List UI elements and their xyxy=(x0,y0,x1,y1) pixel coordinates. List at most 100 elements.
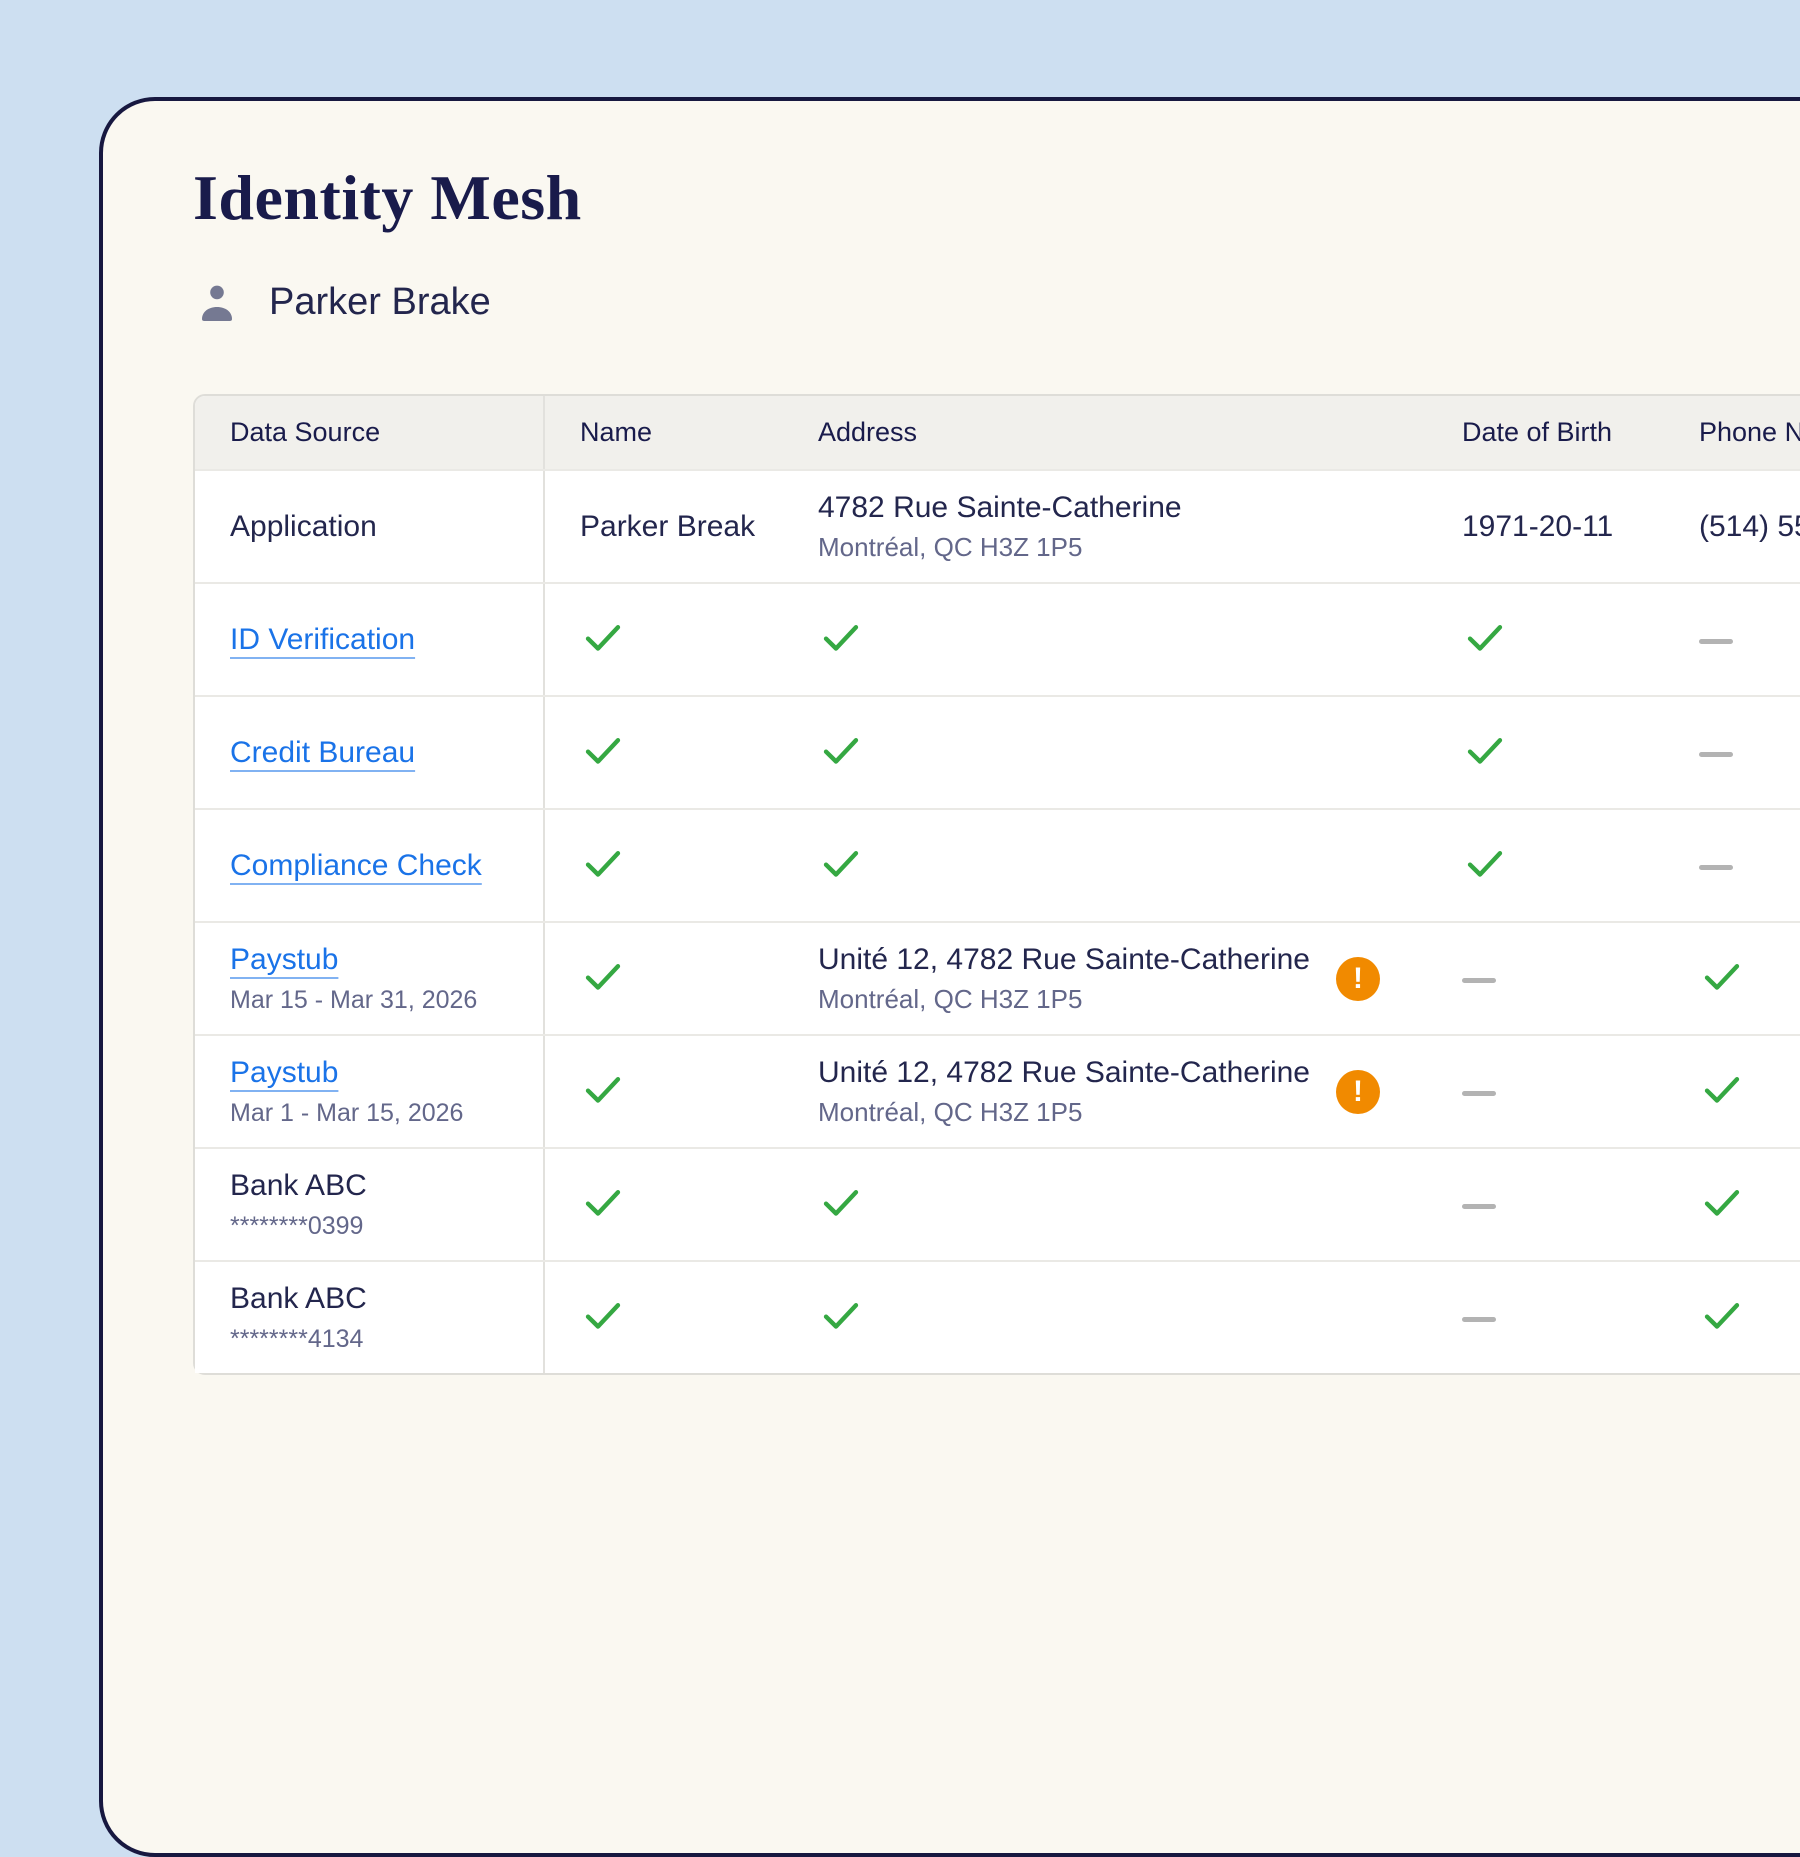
cell-name xyxy=(545,614,783,665)
cell-name: Parker Break xyxy=(545,510,783,544)
address-line2: Montréal, QC H3Z 1P5 xyxy=(818,984,1310,1015)
table-row: Paystub Mar 15 - Mar 31, 2026 Unité 12, 47… xyxy=(195,923,1800,1036)
person-icon xyxy=(193,278,241,326)
cell-dob xyxy=(1427,614,1664,665)
check-icon xyxy=(1462,840,1508,886)
check-icon xyxy=(818,840,864,886)
cell-phone xyxy=(1664,744,1800,762)
cell-value: Parker Break xyxy=(580,510,755,543)
table-body: Application Parker Break 4782 Rue Sainte-C… xyxy=(195,471,1800,1373)
cell-address xyxy=(783,1292,1427,1343)
address-line1: Unité 12, 4782 Rue Sainte-Catherine xyxy=(818,943,1310,977)
check-icon xyxy=(818,1179,864,1225)
address-line1: Unité 12, 4782 Rue Sainte-Catherine xyxy=(818,1056,1310,1090)
cell-dob xyxy=(1427,1196,1664,1214)
cell-address xyxy=(783,1179,1427,1230)
cell-dob xyxy=(1427,970,1664,988)
page-title: Identity Mesh xyxy=(193,159,1800,236)
check-icon xyxy=(1699,1066,1745,1112)
cell-phone xyxy=(1664,953,1800,1004)
cell-name xyxy=(545,1066,783,1117)
cell-data-source: ID Verification xyxy=(195,584,545,695)
check-icon xyxy=(580,1292,626,1338)
table-row: Credit Bureau xyxy=(195,697,1800,810)
address-line1: 4782 Rue Sainte-Catherine xyxy=(818,491,1182,525)
check-icon xyxy=(580,727,626,773)
check-icon xyxy=(818,727,864,773)
data-source-link[interactable]: Credit Bureau xyxy=(230,736,415,770)
data-source-sublabel: ********4134 xyxy=(230,1325,543,1354)
cell-value: (514) 55 xyxy=(1699,510,1800,543)
profile-header: Parker Brake xyxy=(193,278,1800,326)
cell-dob: 1971-20-11 xyxy=(1427,510,1664,544)
dash-icon xyxy=(1699,865,1733,870)
cell-data-source: Bank ABC********4134 xyxy=(195,1262,545,1373)
table-row: Compliance Check xyxy=(195,810,1800,923)
data-source-label: Application xyxy=(230,510,543,544)
data-source-sublabel: Mar 15 - Mar 31, 2026 xyxy=(230,986,543,1015)
check-icon xyxy=(580,840,626,886)
data-source-sublabel: ********0399 xyxy=(230,1212,543,1241)
identity-card: Identity Mesh Parker Brake Data Source N… xyxy=(99,97,1800,1857)
dash-icon xyxy=(1462,1091,1496,1096)
cell-phone xyxy=(1664,1179,1800,1230)
check-icon xyxy=(580,1066,626,1112)
card-content: Identity Mesh Parker Brake Data Source N… xyxy=(103,101,1800,1375)
column-header-name: Name xyxy=(545,396,783,469)
cell-address: Unité 12, 4782 Rue Sainte-Catherine Montr… xyxy=(783,943,1427,1015)
table-row: Bank ABC ********0399 xyxy=(195,1149,1800,1262)
data-source-link[interactable]: Paystub xyxy=(230,943,338,977)
cell-dob xyxy=(1427,840,1664,891)
check-icon xyxy=(580,614,626,660)
check-icon xyxy=(1462,614,1508,660)
address-line2: Montréal, QC H3Z 1P5 xyxy=(818,532,1182,563)
check-icon xyxy=(1462,727,1508,773)
address-line2: Montréal, QC H3Z 1P5 xyxy=(818,1097,1310,1128)
table-row: Application Parker Break 4782 Rue Sainte-C… xyxy=(195,471,1800,584)
column-header-address: Address xyxy=(783,396,1427,469)
cell-name xyxy=(545,1179,783,1230)
cell-phone xyxy=(1664,1066,1800,1117)
cell-value: 1971-20-11 xyxy=(1462,510,1613,543)
cell-name xyxy=(545,1292,783,1343)
check-icon xyxy=(818,614,864,660)
cell-dob xyxy=(1427,1309,1664,1327)
cell-address xyxy=(783,614,1427,665)
dash-icon xyxy=(1699,639,1733,644)
check-icon xyxy=(580,1179,626,1225)
data-source-link[interactable]: ID Verification xyxy=(230,623,415,657)
cell-name xyxy=(545,727,783,778)
dash-icon xyxy=(1462,1204,1496,1209)
data-source-link[interactable]: Compliance Check xyxy=(230,849,482,883)
data-source-label: Bank ABC xyxy=(230,1169,543,1203)
table-row: Paystub Mar 1 - Mar 15, 2026 Unité 12, 478… xyxy=(195,1036,1800,1149)
check-icon xyxy=(1699,953,1745,999)
dash-icon xyxy=(1699,752,1733,757)
cell-phone: (514) 55 xyxy=(1664,510,1800,544)
cell-address: Unité 12, 4782 Rue Sainte-Catherine Montr… xyxy=(783,1056,1427,1128)
column-header-phone-number: Phone Number xyxy=(1664,396,1800,469)
cell-dob xyxy=(1427,727,1664,778)
identity-table: Data Source Name Address Date of Birth P… xyxy=(193,394,1800,1375)
cell-data-source: Paystub Mar 1 - Mar 15, 2026 xyxy=(195,1036,545,1147)
cell-data-source: Bank ABC ********0399 xyxy=(195,1149,545,1260)
dash-icon xyxy=(1462,978,1496,983)
warning-icon[interactable]: ! xyxy=(1336,1070,1380,1114)
dash-icon xyxy=(1462,1317,1496,1322)
cell-phone xyxy=(1664,857,1800,875)
column-header-date-of-birth: Date of Birth xyxy=(1427,396,1664,469)
data-source-link[interactable]: Paystub xyxy=(230,1056,338,1090)
cell-data-source: Credit Bureau xyxy=(195,697,545,808)
cell-name xyxy=(545,953,783,1004)
warning-icon[interactable]: ! xyxy=(1336,957,1380,1001)
check-icon xyxy=(1699,1179,1745,1225)
cell-data-source: Paystub Mar 15 - Mar 31, 2026 xyxy=(195,923,545,1034)
data-source-sublabel: Mar 1 - Mar 15, 2026 xyxy=(230,1099,543,1128)
check-icon xyxy=(580,953,626,999)
cell-dob xyxy=(1427,1083,1664,1101)
check-icon xyxy=(818,1292,864,1338)
cell-address: 4782 Rue Sainte-Catherine Montréal, QC H3… xyxy=(783,491,1427,563)
cell-data-source: Compliance Check xyxy=(195,810,545,921)
check-icon xyxy=(1699,1292,1745,1338)
cell-phone xyxy=(1664,1292,1800,1343)
